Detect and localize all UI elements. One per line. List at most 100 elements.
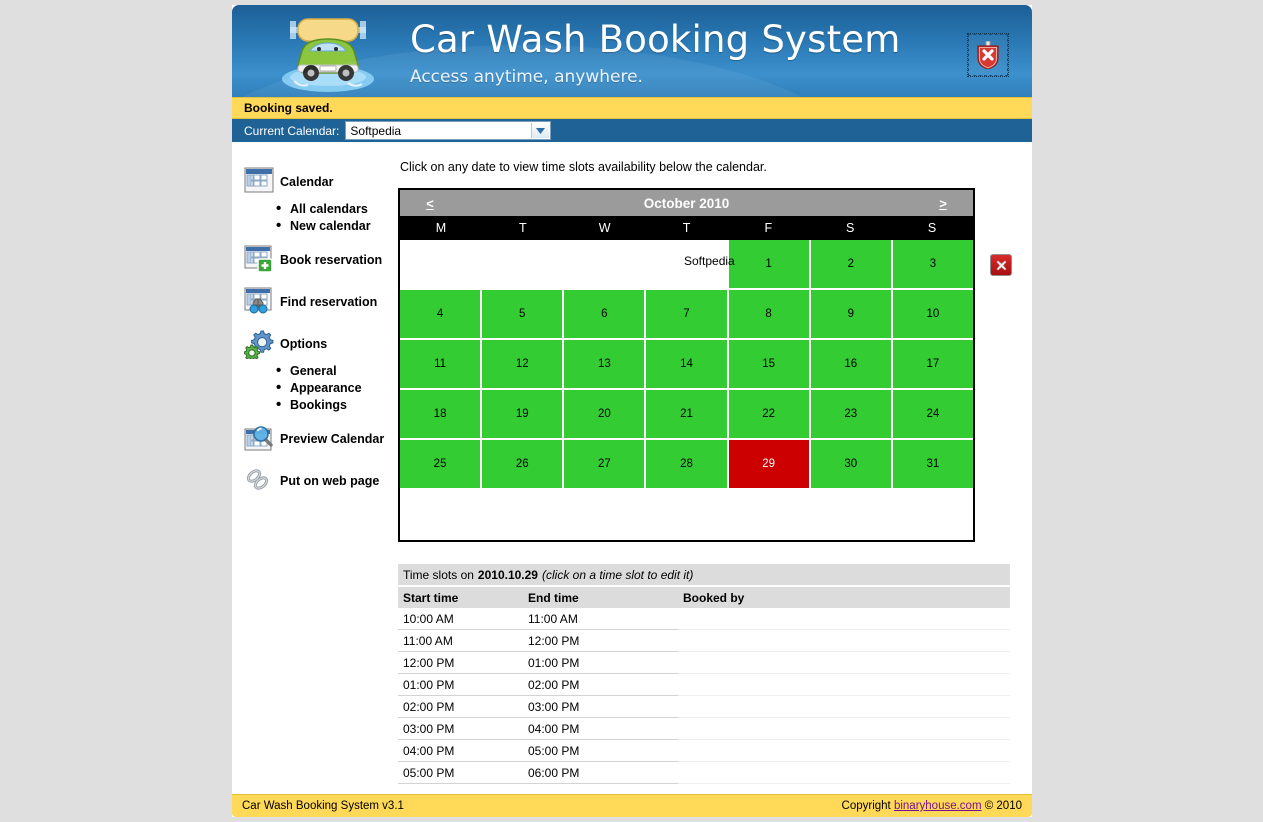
calendar-day-19[interactable]: 19 (482, 390, 565, 440)
sidebar-item-book-reservation[interactable]: Book reservation (244, 245, 409, 275)
calendar-day-26[interactable]: 26 (482, 440, 565, 490)
calendar-day-18[interactable]: 18 (400, 390, 483, 440)
time-slots-header: Start time End time Booked by (398, 587, 1010, 608)
table-row[interactable]: 04:00 PM 05:00 PM (398, 740, 1010, 762)
table-row[interactable]: 05:00 PM 06:00 PM (398, 762, 1010, 784)
sidebar-sublist-calendar: All calendars New calendar (244, 200, 409, 235)
slot-booked-by (678, 740, 1010, 762)
calendar-day-13[interactable]: 13 (564, 340, 647, 390)
calendar-day-28[interactable]: 28 (646, 440, 729, 490)
calendar-hint: Click on any date to view time slots ava… (400, 160, 767, 174)
table-row[interactable]: 01:00 PM 02:00 PM (398, 674, 1010, 696)
calendar-day-22[interactable]: 22 (728, 390, 811, 440)
app-body: Calendar All calendars New calendar (232, 142, 1032, 794)
sidebar-subitem-appearance[interactable]: Appearance (276, 379, 409, 397)
calendar-magnifier-icon (244, 424, 274, 454)
window-bottom-edge (232, 817, 1032, 822)
calendar-day-12[interactable]: 12 (482, 340, 565, 390)
chevron-down-icon[interactable] (531, 123, 550, 138)
calendar-day-29[interactable]: 29 (728, 440, 811, 490)
calendar-header: < October 2010 > (400, 190, 973, 216)
banner-titles: Car Wash Booking System Access anytime, … (410, 19, 901, 89)
page-subtitle: Access anytime, anywhere. (410, 67, 643, 87)
calendar-day-21[interactable]: 21 (646, 390, 729, 440)
calendar-day-4[interactable]: 4 (400, 290, 483, 340)
calendar-next-button[interactable]: > (913, 196, 973, 211)
slot-booked-by (678, 762, 1010, 784)
calendar-day-15[interactable]: 15 (728, 340, 811, 390)
calendar-cell-empty (482, 240, 565, 290)
sidebar-subitem-all-calendars[interactable]: All calendars (276, 200, 409, 218)
footer-copyright: Copyright binaryhouse.com © 2010 (842, 800, 1022, 812)
close-button[interactable] (967, 33, 1009, 77)
calendar-cell-empty (728, 490, 811, 540)
column-header-start-time: Start time (403, 590, 459, 605)
calendar-day-17[interactable]: 17 (892, 340, 973, 390)
calendar-day-8[interactable]: 8 (728, 290, 811, 340)
weekday-6: S (927, 221, 937, 235)
current-calendar-bar: Current Calendar: Softpedia (232, 119, 1032, 142)
calendar-day-25[interactable]: 25 (400, 440, 483, 490)
weekday-5: S (846, 221, 855, 235)
current-calendar-value: Softpedia (350, 123, 402, 138)
sidebar-item-put-on-web-page[interactable]: Put on web page (244, 466, 409, 496)
calendar-day-10[interactable]: 10 (892, 290, 973, 340)
slot-booked-by (678, 718, 1010, 740)
table-row[interactable]: 10:00 AM 11:00 AM (398, 608, 1010, 630)
sidebar-subitem-general[interactable]: General (276, 362, 409, 380)
calendar-day-3[interactable]: 3 (892, 240, 973, 290)
calendar-day-14[interactable]: 14 (646, 340, 729, 390)
slot-start-time: 11:00 AM (398, 630, 523, 652)
sidebar-item-preview-calendar[interactable]: Preview Calendar (244, 424, 409, 454)
sidebar-item-find-reservation[interactable]: Find reservation (244, 287, 409, 317)
slot-start-time: 01:00 PM (398, 674, 523, 696)
calendar-day-20[interactable]: 20 (564, 390, 647, 440)
slot-start-time: 05:00 PM (398, 762, 523, 784)
delete-booking-button[interactable] (990, 254, 1012, 276)
calendar-day-1[interactable]: 1 (728, 240, 811, 290)
current-calendar-select[interactable]: Softpedia (345, 121, 552, 140)
calendar-cell-empty (564, 490, 647, 540)
app-window: Car Wash Booking System Access anytime, … (232, 5, 1032, 817)
calendar-cell-empty (400, 240, 483, 290)
table-row[interactable]: 12:00 PM 01:00 PM (398, 652, 1010, 674)
calendar-day-6[interactable]: 6 (564, 290, 647, 340)
calendar-day-5[interactable]: 5 (482, 290, 565, 340)
calendar-day-24[interactable]: 24 (892, 390, 973, 440)
calendar-day-2[interactable]: 2 (810, 240, 893, 290)
chain-link-icon (244, 466, 274, 496)
calendar-cell-empty (810, 490, 893, 540)
slot-end-time: 03:00 PM (523, 696, 678, 718)
calendar-week-row: 123 (400, 240, 973, 290)
calendar-day-31[interactable]: 31 (892, 440, 973, 490)
table-row[interactable]: 02:00 PM 03:00 PM (398, 696, 1010, 718)
sidebar-item-label: Put on web page (280, 474, 380, 488)
weekday-1: T (518, 221, 527, 235)
sidebar-subitem-bookings[interactable]: Bookings (276, 396, 409, 414)
slot-start-time: 03:00 PM (398, 718, 523, 740)
main-panel: Click on any date to view time slots ava… (398, 142, 1018, 784)
calendar-week-row: 18 19 20 21 22 23 24 (400, 390, 973, 440)
binaryhouse-link[interactable]: binaryhouse.com (894, 800, 982, 812)
slot-start-time: 10:00 AM (398, 608, 523, 630)
table-row[interactable]: 11:00 AM 12:00 PM (398, 630, 1010, 652)
caption-date: 2010.10.29 (477, 567, 538, 582)
calendar-prev-button[interactable]: < (400, 196, 460, 211)
calendar-day-23[interactable]: 23 (810, 390, 893, 440)
copyright-suffix: © 2010 (984, 800, 1022, 812)
calendar-cell-empty (482, 490, 565, 540)
calendar-day-7[interactable]: 7 (646, 290, 729, 340)
notice-text: Booking saved. (244, 101, 333, 115)
table-row[interactable]: 03:00 PM 04:00 PM (398, 718, 1010, 740)
sidebar-item-options[interactable]: Options (243, 329, 409, 361)
calendar-day-30[interactable]: 30 (810, 440, 893, 490)
red-shield-x-icon (977, 41, 999, 69)
calendar-day-16[interactable]: 16 (810, 340, 893, 390)
sidebar-item-calendar[interactable]: Calendar (244, 167, 409, 197)
weekday-0: M (435, 221, 447, 235)
calendar-day-27[interactable]: 27 (564, 440, 647, 490)
sidebar-subitem-new-calendar[interactable]: New calendar (276, 217, 409, 235)
calendar-binoculars-icon (244, 287, 274, 317)
calendar-day-11[interactable]: 11 (400, 340, 483, 390)
calendar-day-9[interactable]: 9 (810, 290, 893, 340)
